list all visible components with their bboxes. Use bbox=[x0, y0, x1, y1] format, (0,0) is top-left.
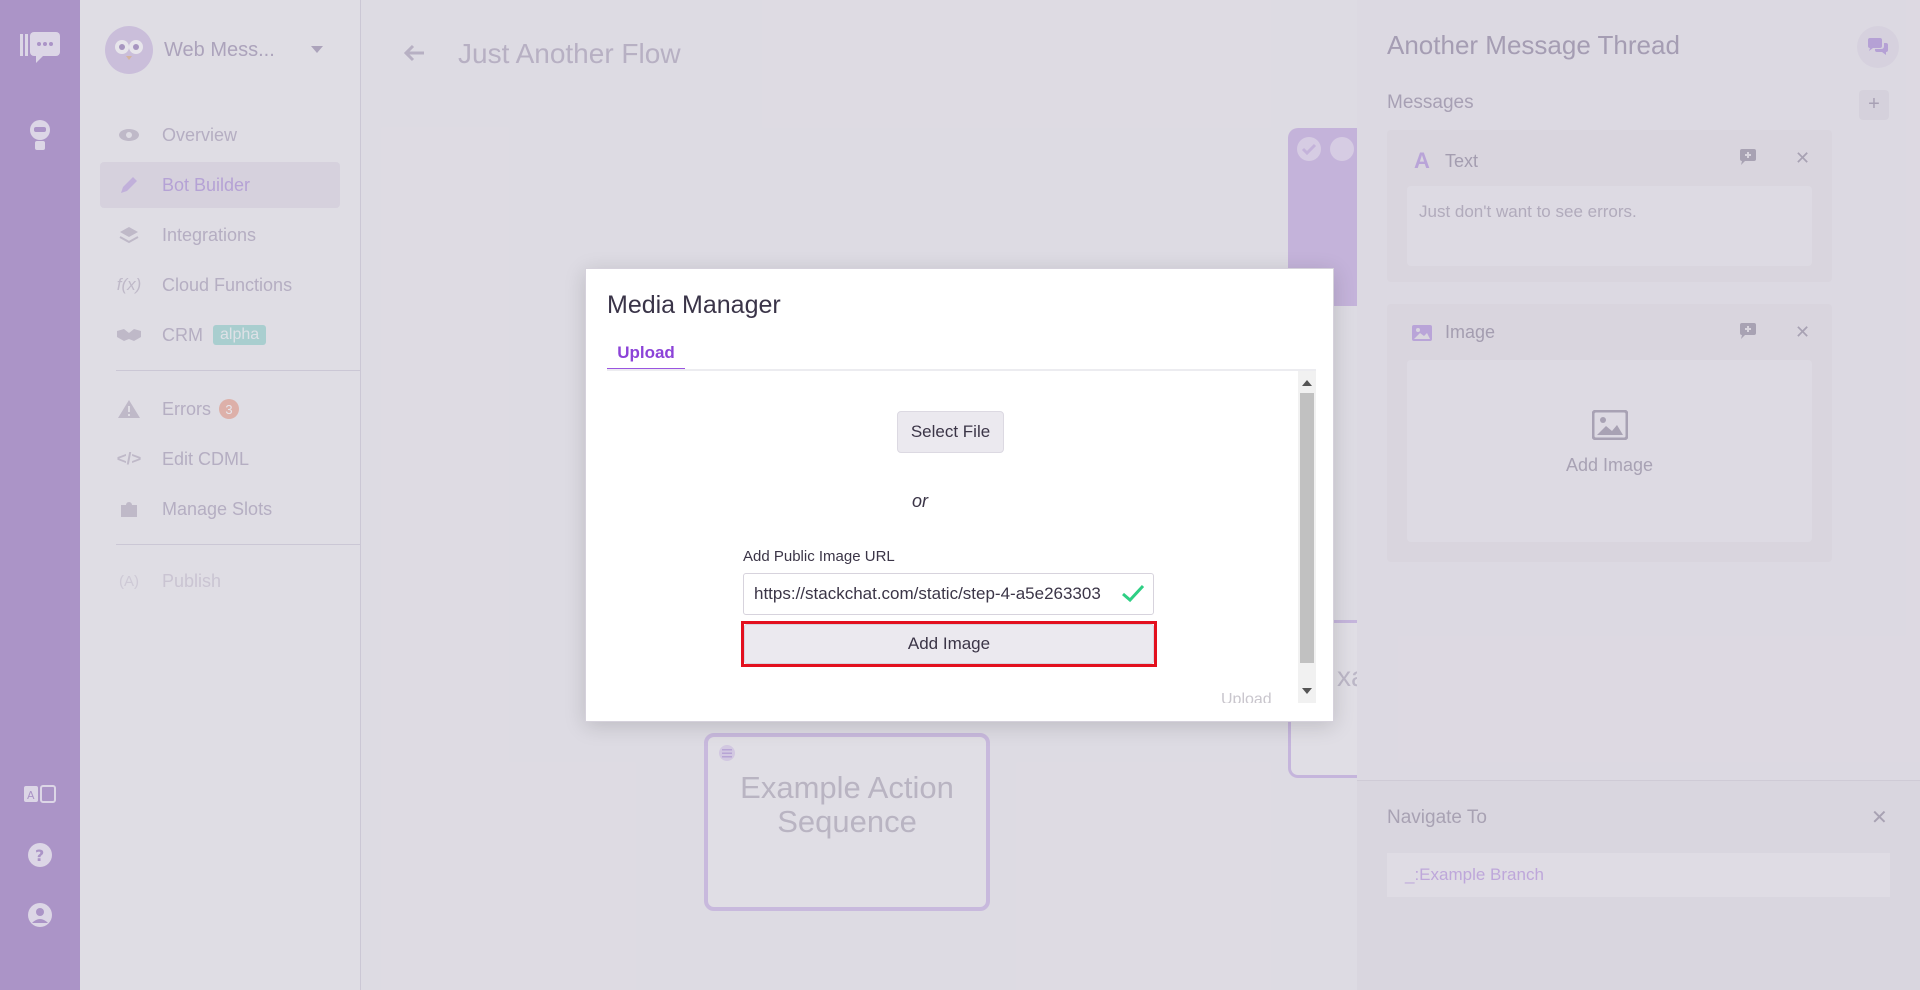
scroll-thumb[interactable] bbox=[1300, 393, 1314, 663]
dialog-title: Media Manager bbox=[607, 291, 781, 319]
upload-button[interactable]: Upload bbox=[1221, 691, 1272, 703]
scroll-down-icon[interactable] bbox=[1302, 688, 1312, 694]
highlight-outline bbox=[741, 621, 1157, 667]
checkmark-icon bbox=[1121, 583, 1145, 608]
tab-upload[interactable]: Upload bbox=[607, 337, 685, 371]
image-url-input[interactable]: https://stackchat.com/static/step-4-a5e2… bbox=[743, 573, 1154, 615]
url-field-label: Add Public Image URL bbox=[743, 548, 895, 565]
or-separator: or bbox=[912, 491, 929, 511]
scrollbar[interactable] bbox=[1298, 371, 1316, 703]
select-file-button[interactable]: Select File bbox=[897, 411, 1004, 453]
media-manager-dialog: Media Manager Upload Select File or Add … bbox=[585, 268, 1334, 722]
upload-panel: Select File or Add Public Image URL http… bbox=[607, 371, 1316, 703]
scroll-up-icon[interactable] bbox=[1302, 380, 1312, 386]
